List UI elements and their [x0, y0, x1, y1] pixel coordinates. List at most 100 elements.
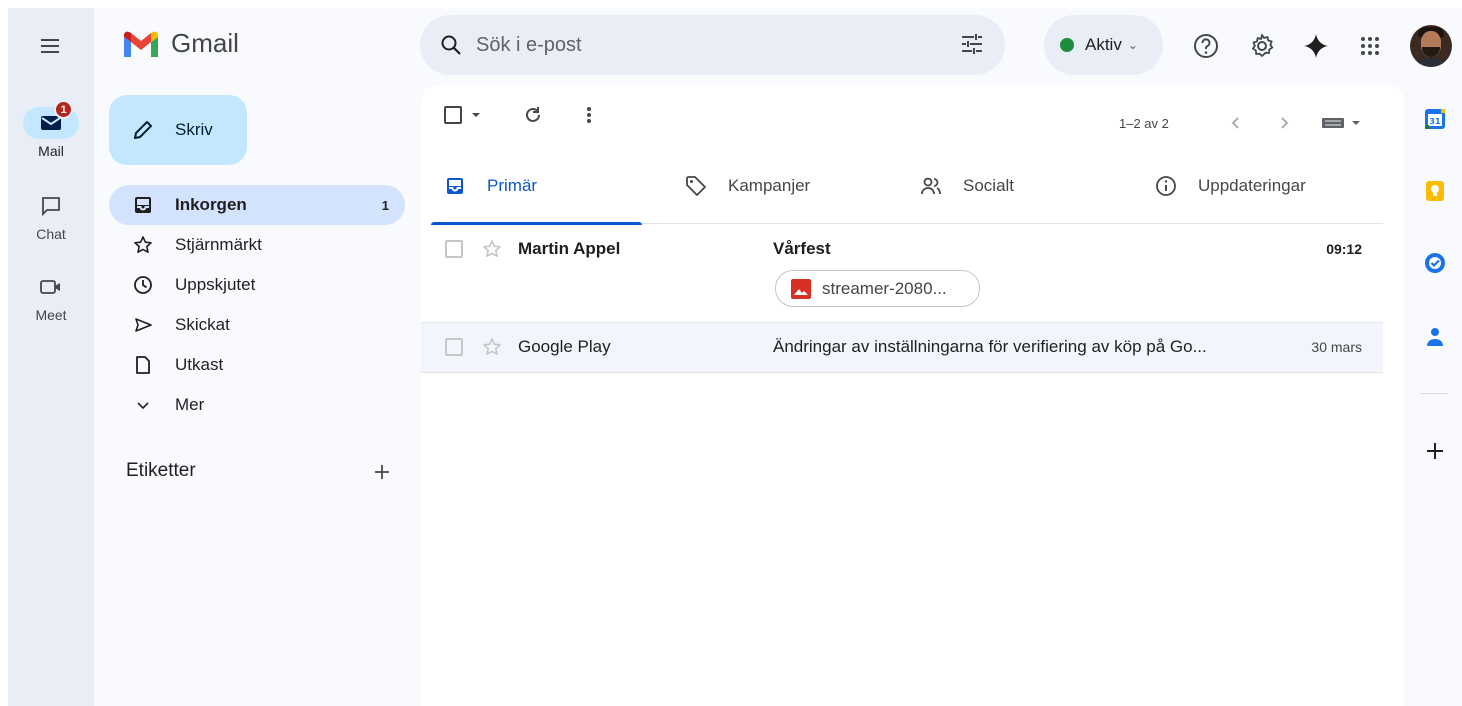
- email-row[interactable]: Martin Appel Vårfest 09:12 streamer-2080…: [421, 225, 1383, 322]
- nav-label: Inkorgen: [175, 195, 247, 214]
- nav-item-snoozed[interactable]: Uppskjutet: [109, 265, 405, 305]
- plus-icon: [375, 465, 389, 479]
- nav-label: Skickat: [175, 315, 230, 334]
- contacts-app-button[interactable]: [1421, 323, 1449, 351]
- help-button[interactable]: [1192, 32, 1220, 60]
- contacts-icon: [1427, 328, 1443, 346]
- tab-promotions[interactable]: Kampanjer: [684, 148, 810, 224]
- older-button[interactable]: [1273, 111, 1297, 135]
- unread-badge: 1: [54, 100, 73, 119]
- inbox-icon: [443, 174, 467, 198]
- rail-icon-container: [23, 190, 79, 222]
- star-icon: [483, 338, 501, 355]
- chat-icon: [42, 197, 60, 217]
- nav-label: Utkast: [175, 355, 224, 374]
- tune-icon: [962, 34, 982, 54]
- nav-item-starred[interactable]: Stjärnmärkt: [109, 225, 405, 265]
- help-icon: [1194, 34, 1218, 58]
- refresh-button[interactable]: [521, 103, 545, 127]
- search-input[interactable]: [476, 33, 926, 57]
- gemini-button[interactable]: [1302, 32, 1330, 60]
- row-checkbox[interactable]: [445, 240, 463, 258]
- nav-item-more[interactable]: Mer: [109, 385, 405, 425]
- rail-item-chat[interactable]: Chat: [8, 190, 94, 242]
- more-options-button[interactable]: [577, 103, 601, 127]
- status-label: Aktiv: [1085, 35, 1122, 54]
- email-sender: Martin Appel: [518, 239, 621, 258]
- nav-label: Stjärnmärkt: [175, 235, 262, 254]
- list-toolbar: 1–2 av 2: [421, 85, 1404, 145]
- tab-updates[interactable]: Uppdateringar: [1154, 148, 1306, 224]
- search-bar: [420, 15, 1005, 75]
- compose-button[interactable]: Skriv: [109, 95, 247, 165]
- email-time: 09:12: [1326, 241, 1362, 257]
- nav-item-sent[interactable]: Skickat: [109, 305, 405, 345]
- status-dot: [1060, 38, 1074, 52]
- gmail-logo[interactable]: Gmail: [121, 28, 239, 59]
- tab-label: Socialt: [963, 176, 1015, 195]
- select-all-button[interactable]: [443, 103, 485, 127]
- chevron-left-icon: [1231, 117, 1239, 129]
- star-toggle[interactable]: [481, 336, 503, 358]
- rail-label-mail: Mail: [38, 143, 64, 159]
- calendar-app-button[interactable]: 31: [1421, 105, 1449, 133]
- rail-icon-container: [23, 271, 79, 303]
- hamburger-menu-icon: [41, 39, 59, 53]
- star-icon: [131, 233, 155, 257]
- attachment-chip[interactable]: streamer-2080...: [775, 270, 980, 307]
- add-label-button[interactable]: [370, 460, 394, 484]
- left-rail: 1 Mail Chat Meet: [8, 8, 94, 706]
- video-camera-icon: [40, 280, 60, 294]
- draft-icon: [131, 353, 155, 377]
- main-menu-button[interactable]: [36, 32, 64, 60]
- tasks-icon: [1425, 253, 1445, 273]
- row-checkbox[interactable]: [445, 338, 463, 356]
- image-icon: [791, 278, 811, 299]
- keyboard-icon: [1322, 118, 1360, 128]
- rail-item-mail[interactable]: 1 Mail: [8, 100, 94, 159]
- clock-icon: [131, 273, 155, 297]
- checkbox-icon: [444, 106, 480, 124]
- email-row[interactable]: Google Play Ändringar av inställningarna…: [421, 322, 1383, 373]
- pencil-icon: [131, 118, 155, 142]
- nav-item-inbox[interactable]: Inkorgen 1: [109, 185, 405, 225]
- calendar-icon: 31: [1425, 109, 1445, 129]
- newer-button[interactable]: [1223, 111, 1247, 135]
- side-panel: 31: [1404, 85, 1462, 706]
- app-title: Gmail: [171, 28, 239, 58]
- category-tabs: Primär Kampanjer Socialt Uppdateringar: [431, 148, 1383, 225]
- side-divider: [1420, 393, 1448, 394]
- message-list-panel: 1–2 av 2 Primär Kampanjer Socialt Uppdat…: [421, 85, 1404, 706]
- rail-label-meet: Meet: [35, 307, 67, 323]
- search-options-button[interactable]: [959, 31, 985, 62]
- labels-heading: Etiketter: [126, 460, 196, 481]
- rail-item-meet[interactable]: Meet: [8, 271, 94, 323]
- refresh-icon: [526, 107, 540, 122]
- settings-button[interactable]: [1248, 32, 1276, 60]
- attachment-name: streamer-2080...: [822, 278, 947, 298]
- tag-icon: [684, 174, 708, 198]
- get-addons-button[interactable]: [1421, 437, 1449, 465]
- nav-item-drafts[interactable]: Utkast: [109, 345, 405, 385]
- tab-social[interactable]: Socialt: [919, 148, 1014, 224]
- apps-button[interactable]: [1356, 32, 1384, 60]
- sparkle-icon: [1304, 34, 1328, 58]
- status-selector[interactable]: Aktiv ⌄: [1044, 15, 1163, 75]
- star-toggle[interactable]: [481, 238, 503, 260]
- send-icon: [131, 313, 155, 337]
- search-button[interactable]: [438, 32, 464, 58]
- keep-app-button[interactable]: [1421, 177, 1449, 205]
- tab-primary[interactable]: Primär: [431, 148, 642, 225]
- more-vert-icon: [587, 107, 591, 123]
- compose-label: Skriv: [175, 120, 213, 139]
- input-tools-button[interactable]: [1321, 111, 1365, 135]
- account-avatar[interactable]: [1410, 25, 1452, 67]
- email-time: 30 mars: [1311, 339, 1362, 355]
- chevron-down-icon: [131, 393, 155, 417]
- email-sender: Google Play: [518, 337, 611, 356]
- tasks-app-button[interactable]: [1421, 249, 1449, 277]
- rail-label-chat: Chat: [36, 226, 66, 242]
- chevron-right-icon: [1281, 117, 1289, 129]
- info-icon: [1154, 174, 1178, 198]
- email-subject: Vårfest: [773, 239, 831, 258]
